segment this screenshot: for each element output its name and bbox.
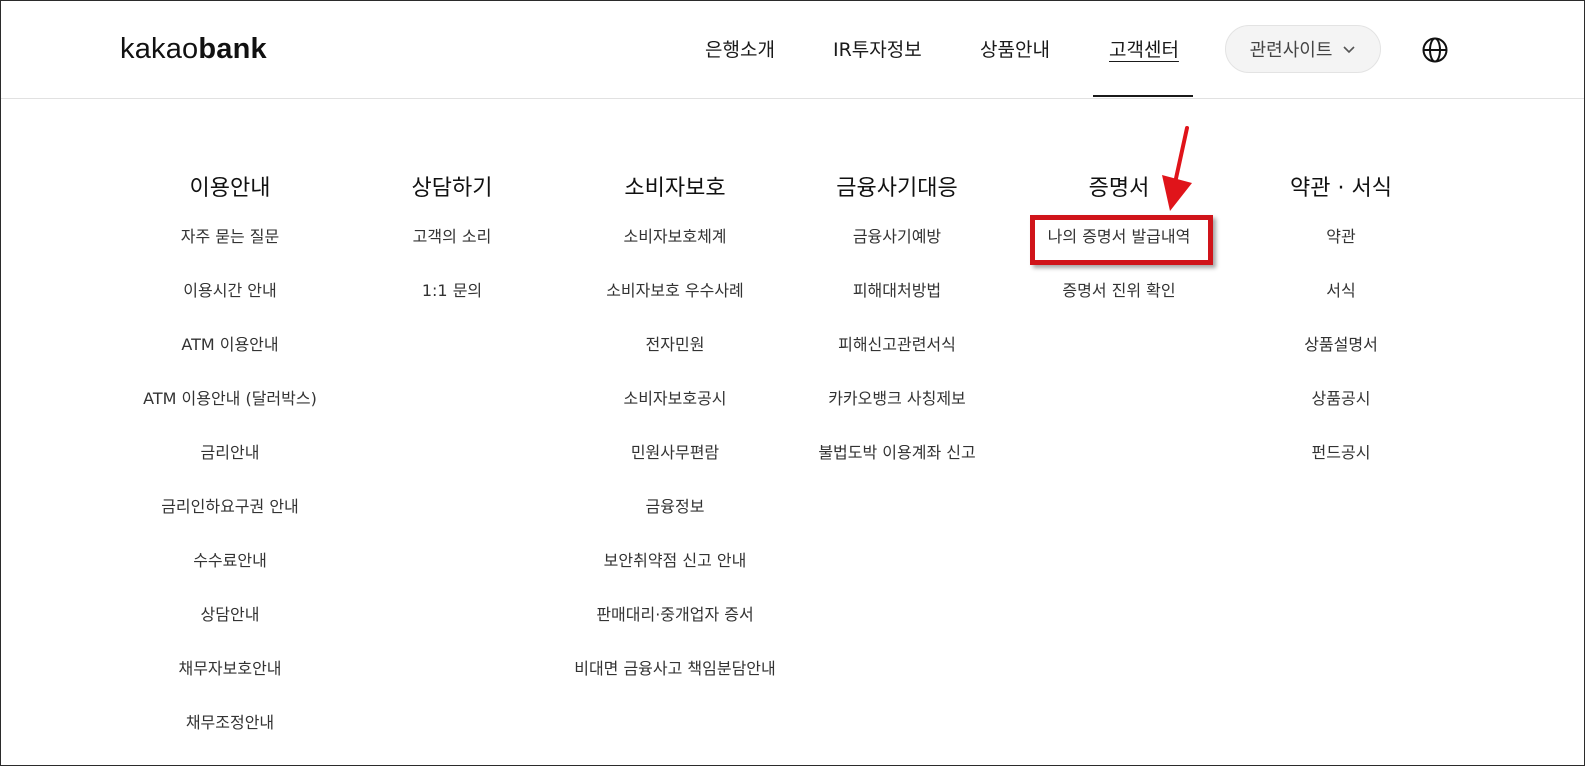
column-title: 증명서 — [1088, 176, 1150, 201]
menu-link-fraud-prevention[interactable]: 금융사기예방 — [777, 226, 1017, 280]
menu-link-debtor-protection[interactable]: 채무자보호안내 — [110, 658, 350, 712]
menu-link-liability-sharing[interactable]: 비대면 금융사고 책임분담안내 — [555, 658, 795, 712]
menu-link-agent-certificate[interactable]: 판매대리·중개업자 증서 — [555, 604, 795, 658]
menu-link-consult[interactable]: 상담안내 — [110, 604, 350, 658]
menu-link-financial-info[interactable]: 금융정보 — [555, 496, 795, 550]
menu-link-best-practices[interactable]: 소비자보호 우수사례 — [555, 280, 795, 334]
menu-link-interest[interactable]: 금리안내 — [110, 442, 350, 496]
annotation-arrow-icon — [1162, 126, 1192, 211]
column-title: 소비자보호 — [624, 176, 726, 201]
menu-link-protection-notice[interactable]: 소비자보호공시 — [555, 388, 795, 442]
annotation-highlight-box — [1030, 215, 1213, 265]
menu-link-voice[interactable]: 고객의 소리 — [332, 226, 572, 280]
menu-column-usage-guide: 이용안내 자주 묻는 질문 이용시간 안내 ATM 이용안내 ATM 이용안내 … — [110, 172, 350, 766]
logo-text-bold: bank — [198, 33, 267, 65]
globe-icon[interactable] — [1421, 36, 1449, 64]
logo-text-light: kakao — [120, 33, 199, 65]
menu-link-atm-dollarbox[interactable]: ATM 이용안내 (달러박스) — [110, 388, 350, 442]
menu-link-product-manual[interactable]: 상품설명서 — [1221, 334, 1461, 388]
menu-link-debt-adjust[interactable]: 채무조정안내 — [110, 712, 350, 766]
site-header: kakaobank 은행소개 IR투자정보 상품안내 고객센터 관련사이트 — [1, 1, 1584, 99]
related-sites-button[interactable]: 관련사이트 — [1225, 25, 1381, 73]
nav-item-customer-center[interactable]: 고객센터 — [1109, 37, 1179, 63]
menu-link-certificate-verify[interactable]: 증명서 진위 확인 — [999, 280, 1239, 334]
menu-link-damage-response[interactable]: 피해대처방법 — [777, 280, 1017, 334]
menu-column-consumer-protection: 소비자보호 소비자보호체계 소비자보호 우수사례 전자민원 소비자보호공시 민원… — [555, 172, 795, 712]
menu-link-rate-cut[interactable]: 금리인하요구권 안내 — [110, 496, 350, 550]
menu-link-fund-notice[interactable]: 펀드공시 — [1221, 442, 1461, 496]
nav-item-ir[interactable]: IR투자정보 — [833, 37, 922, 63]
menu-link-damage-forms[interactable]: 피해신고관련서식 — [777, 334, 1017, 388]
nav-item-products[interactable]: 상품안내 — [980, 37, 1050, 63]
column-title: 이용안내 — [189, 176, 271, 201]
menu-column-fraud-response: 금융사기대응 금융사기예방 피해대처방법 피해신고관련서식 카카오뱅크 사칭제보… — [777, 172, 1017, 496]
column-title: 금융사기대응 — [836, 176, 958, 201]
menu-link-atm[interactable]: ATM 이용안내 — [110, 334, 350, 388]
menu-link-product-notice[interactable]: 상품공시 — [1221, 388, 1461, 442]
menu-link-terms[interactable]: 약관 — [1221, 226, 1461, 280]
menu-link-forms[interactable]: 서식 — [1221, 280, 1461, 334]
column-title: 상담하기 — [411, 176, 493, 201]
menu-link-protection-system[interactable]: 소비자보호체계 — [555, 226, 795, 280]
kakaobank-logo[interactable]: kakaobank — [120, 31, 267, 67]
menu-link-fees[interactable]: 수수료안내 — [110, 550, 350, 604]
active-nav-indicator — [1093, 95, 1193, 97]
menu-link-hours[interactable]: 이용시간 안내 — [110, 280, 350, 334]
menu-column-consultation: 상담하기 고객의 소리 1:1 문의 — [332, 172, 572, 334]
menu-link-inquiry[interactable]: 1:1 문의 — [332, 280, 572, 334]
menu-link-complaint-handbook[interactable]: 민원사무편람 — [555, 442, 795, 496]
menu-link-faq[interactable]: 자주 묻는 질문 — [110, 226, 350, 280]
column-title: 약관 · 서식 — [1290, 176, 1392, 201]
menu-link-vulnerability-report[interactable]: 보안취약점 신고 안내 — [555, 550, 795, 604]
menu-link-gambling-report[interactable]: 불법도박 이용계좌 신고 — [777, 442, 1017, 496]
menu-link-e-complaint[interactable]: 전자민원 — [555, 334, 795, 388]
menu-link-impersonation-report[interactable]: 카카오뱅크 사칭제보 — [777, 388, 1017, 442]
related-sites-label: 관련사이트 — [1249, 40, 1333, 61]
chevron-down-icon — [1343, 46, 1355, 54]
menu-column-terms-forms: 약관 · 서식 약관 서식 상품설명서 상품공시 펀드공시 — [1221, 172, 1461, 496]
nav-item-bank-intro[interactable]: 은행소개 — [705, 37, 775, 63]
